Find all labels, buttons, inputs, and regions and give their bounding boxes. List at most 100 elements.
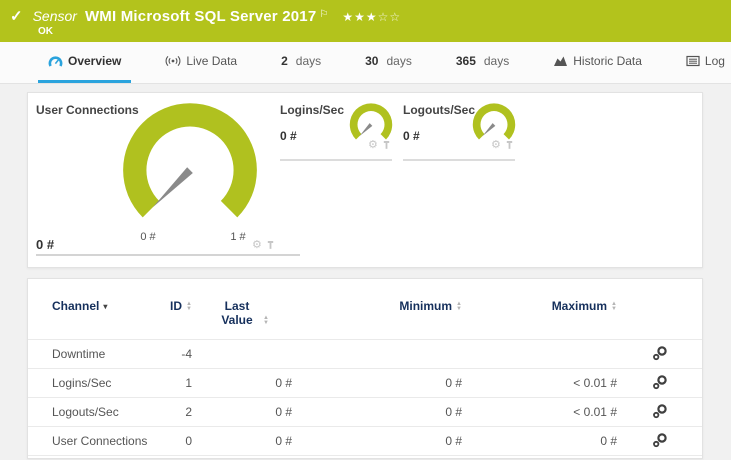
- cell-last-value: 0 #: [192, 368, 292, 398]
- tab-30-days-number: 30: [365, 54, 379, 68]
- logins-gauge-divider: [280, 159, 392, 161]
- status-check-icon: ✓: [10, 8, 23, 25]
- cell-maximum: < 0.01 #: [462, 397, 617, 427]
- logins-gauge-tools: ⚙: [368, 140, 391, 151]
- cell-id: -4: [152, 339, 192, 369]
- channel-settings-icon[interactable]: [652, 345, 668, 364]
- tab-2-days-number: 2: [281, 54, 288, 68]
- cell-last-value: 0 #: [192, 426, 292, 456]
- gauge-gear-icon[interactable]: ⚙: [491, 140, 501, 151]
- tab-log[interactable]: Log: [676, 42, 731, 83]
- flag-icon[interactable]: ⚐: [319, 9, 328, 20]
- channel-settings-icon[interactable]: [652, 374, 668, 393]
- cell-minimum: 0 #: [292, 426, 462, 456]
- tab-live-data-label: Live Data: [186, 54, 238, 68]
- logouts-gauge-value: 0 #: [403, 129, 420, 143]
- sort-icon: ▲ ▼: [456, 300, 462, 312]
- tab-365-days[interactable]: 365 days: [446, 42, 519, 83]
- tab-365-days-number: 365: [455, 54, 476, 68]
- cell-id: 0: [152, 426, 192, 456]
- table-row-downtime: Downtime -4: [28, 339, 702, 369]
- cell-last-value: [192, 339, 292, 369]
- tab-historic-data[interactable]: Historic Data: [543, 42, 652, 83]
- cell-minimum: 0 #: [292, 368, 462, 398]
- tab-30-days[interactable]: 30 days: [355, 42, 422, 83]
- cell-id: 2: [152, 397, 192, 427]
- channel-settings-icon[interactable]: [652, 432, 668, 451]
- gauge-gear-icon[interactable]: ⚙: [368, 140, 378, 151]
- object-type-label: Sensor: [32, 8, 77, 24]
- stars-empty[interactable]: ☆☆: [378, 10, 402, 24]
- tab-2-days-unit: days: [295, 54, 322, 68]
- tab-30-days-unit: days: [386, 54, 412, 68]
- user-connections-gauge: [123, 103, 257, 218]
- gauge-pin-icon[interactable]: [266, 240, 275, 251]
- primary-gauge-min-label: 0 #: [140, 231, 156, 243]
- column-header-id-label: ID: [170, 299, 183, 313]
- tab-overview[interactable]: Overview: [38, 42, 132, 83]
- cell-channel: User Connections: [28, 426, 152, 456]
- cell-maximum: 0 #: [462, 426, 617, 456]
- primary-gauge-tools: ⚙: [252, 240, 275, 251]
- column-header-channel[interactable]: Channel ▾: [28, 279, 152, 340]
- column-header-maximum-label: Maximum: [551, 299, 608, 313]
- cell-last-value: 0 #: [192, 397, 292, 427]
- logouts-gauge-divider: [403, 159, 515, 161]
- logouts-gauge-tools: ⚙: [491, 140, 514, 151]
- historic-chart-icon: [553, 55, 568, 67]
- sort-desc-icon: ▾: [103, 302, 108, 312]
- table-row-user-connections: User Connections 0 0 # 0 # 0 #: [28, 426, 702, 456]
- cell-channel: Logins/Sec: [28, 368, 152, 398]
- column-header-minimum-label: Minimum: [399, 299, 453, 313]
- gauge-pin-icon[interactable]: [505, 140, 514, 151]
- sort-icon: ▲ ▼: [263, 314, 269, 326]
- column-header-channel-label: Channel: [52, 299, 100, 313]
- primary-gauge-value: 0 #: [36, 237, 55, 252]
- sort-icon: ▲ ▼: [611, 300, 617, 312]
- column-header-maximum[interactable]: Maximum ▲ ▼: [462, 279, 617, 340]
- column-header-last-value[interactable]: Last Value ▲ ▼: [192, 279, 292, 340]
- status-badge: OK: [38, 26, 53, 37]
- tab-live-data[interactable]: Live Data: [155, 42, 247, 83]
- column-header-id[interactable]: ID ▲ ▼: [152, 279, 192, 340]
- column-header-minimum[interactable]: Minimum ▲ ▼: [292, 279, 462, 340]
- table-row-logins-sec: Logins/Sec 1 0 # 0 # < 0.01 #: [28, 368, 702, 398]
- gauge-gear-icon[interactable]: ⚙: [252, 240, 262, 251]
- tab-bar: Overview Live Data 2 days 30 days 365 days …: [0, 42, 731, 84]
- gauge-needle: [152, 167, 193, 208]
- gauge-needle: [359, 123, 373, 137]
- gauges-panel: User Connections 0 # 1 # 0 # ⚙ Logins/Se…: [27, 92, 703, 268]
- cell-id: 1: [152, 368, 192, 398]
- channel-settings-icon[interactable]: [652, 403, 668, 422]
- channel-table-panel: Channel ▾ ID ▲ ▼ Last Value ▲ ▼ Minimum ▲ ▼ Max…: [27, 278, 703, 459]
- logins-gauge-title: Logins/Sec: [280, 103, 345, 117]
- cell-minimum: 0 #: [292, 397, 462, 427]
- gauge-pin-icon[interactable]: [382, 140, 391, 151]
- sensor-title: WMI Microsoft SQL Server 2017: [84, 8, 317, 25]
- channel-table: Channel ▾ ID ▲ ▼ Last Value ▲ ▼ Minimum ▲ ▼ Max…: [28, 279, 702, 456]
- tab-2-days[interactable]: 2 days: [271, 42, 331, 83]
- cell-channel: Downtime: [28, 339, 152, 369]
- cell-minimum: [292, 339, 462, 369]
- cell-channel: Logouts/Sec: [28, 397, 152, 427]
- tab-historic-data-label: Historic Data: [573, 54, 642, 68]
- live-signal-icon: [165, 55, 181, 67]
- cell-maximum: [462, 339, 617, 369]
- sensor-status-bar: ✓ Sensor WMI Microsoft SQL Server 2017 ⚐…: [0, 0, 731, 42]
- priority-stars[interactable]: ★★★☆☆: [342, 10, 401, 24]
- sort-icon: ▲ ▼: [186, 300, 192, 312]
- gauge-icon: [48, 55, 63, 68]
- stars-filled[interactable]: ★★★: [342, 10, 377, 24]
- table-row-logouts-sec: Logouts/Sec 2 0 # 0 # < 0.01 #: [28, 397, 702, 427]
- logouts-gauge-title: Logouts/Sec: [403, 103, 476, 117]
- primary-gauge-divider: [36, 254, 300, 256]
- log-list-icon: [686, 55, 700, 67]
- cell-maximum: < 0.01 #: [462, 368, 617, 398]
- tab-overview-label: Overview: [68, 54, 122, 68]
- logins-gauge-value: 0 #: [280, 129, 297, 143]
- tab-log-label: Log: [704, 54, 725, 68]
- column-header-last-value-label: Last Value: [221, 299, 253, 327]
- gauge-needle: [482, 123, 496, 137]
- tab-365-days-unit: days: [483, 54, 510, 68]
- channel-table-header-row: Channel ▾ ID ▲ ▼ Last Value ▲ ▼ Minimum ▲ ▼ Max…: [28, 279, 702, 340]
